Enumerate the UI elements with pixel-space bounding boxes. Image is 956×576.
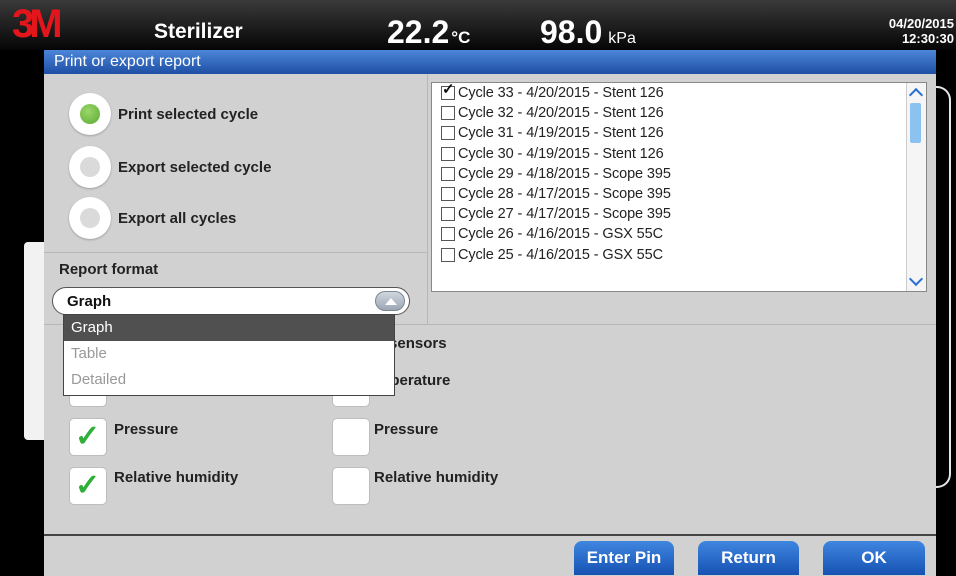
cycle-list-item[interactable]: Cycle 29 - 4/18/2015 - Scope 395 (432, 164, 926, 184)
cycle-list-item[interactable]: Cycle 27 - 4/17/2015 - Scope 395 (432, 204, 926, 224)
report-format-dropdown: Graph Table Detailed (63, 314, 395, 396)
cycle-label: Cycle 26 - 4/16/2015 - GSX 55C (458, 226, 663, 243)
print-export-dialog: Print or export report Print selected cy… (44, 50, 936, 576)
radio-button[interactable] (69, 197, 111, 239)
radio-selected-dot (80, 104, 100, 124)
radio-export-selected[interactable]: Export selected cycle (69, 146, 271, 188)
report-format-select[interactable]: Graph (52, 287, 410, 315)
radio-label: Export selected cycle (118, 158, 272, 176)
datetime: 04/20/2015 12:30:30 (889, 16, 954, 46)
cycle-label: Cycle 30 - 4/19/2015 - Stent 126 (458, 145, 664, 162)
scroll-up-icon[interactable] (908, 85, 924, 101)
dialog-title: Print or export report (44, 50, 936, 74)
cycle-list-item[interactable]: Cycle 31 - 4/19/2015 - Stent 126 (432, 123, 926, 143)
cycle-list-item[interactable]: Cycle 28 - 4/17/2015 - Scope 395 (432, 184, 926, 204)
cycle-list-item[interactable]: Cycle 25 - 4/16/2015 - GSX 55C (432, 245, 926, 265)
cycle-checkbox[interactable] (441, 247, 455, 262)
cycle-checkbox[interactable] (441, 187, 455, 202)
radio-button[interactable] (69, 146, 111, 188)
cycle-list-item[interactable]: Cycle 32 - 4/20/2015 - Stent 126 (432, 103, 926, 123)
cycle-checkbox[interactable] (441, 207, 455, 222)
pressure-unit: kPa (608, 30, 636, 47)
enter-pin-button[interactable]: Enter Pin (574, 541, 674, 575)
cycle-label: Cycle 32 - 4/20/2015 - Stent 126 (458, 105, 664, 122)
brand-logo: 3M (12, 2, 63, 46)
cycle-checkbox[interactable] (441, 106, 455, 121)
cycle-list-item[interactable]: Cycle 30 - 4/19/2015 - Stent 126 (432, 144, 926, 164)
radio-export-all[interactable]: Export all cycles (69, 197, 236, 239)
cycle-checkbox[interactable] (441, 126, 455, 141)
pressure-value: 98.0 (540, 14, 603, 50)
temperature-value: 22.2 (387, 14, 450, 50)
cycle-checkbox[interactable] (441, 227, 455, 242)
checkmark-icon: ✓ (442, 82, 455, 99)
scroll-down-icon[interactable] (908, 273, 924, 289)
ok-button[interactable]: OK (823, 541, 925, 575)
dropdown-option-detailed[interactable]: Detailed (64, 367, 394, 393)
cycle-list-item[interactable]: ✓ Cycle 33 - 4/20/2015 - Stent 126 (432, 83, 926, 103)
cycle-checkbox[interactable] (441, 146, 455, 161)
divider (44, 252, 427, 253)
header-bar: 3M Sterilizer 22.2 °C 98.0 kPa 04/20/2015 … (0, 0, 956, 50)
right-pressure-label: Pressure (374, 421, 439, 438)
footer-divider (44, 534, 936, 536)
right-humidity-label: Relative humidity (374, 469, 499, 486)
report-format-label: Report format (59, 261, 159, 278)
cycle-checkbox[interactable]: ✓ (441, 83, 455, 101)
time-text: 12:30:30 (901, 31, 954, 46)
return-button[interactable]: Return (698, 541, 799, 575)
radio-dot (80, 157, 100, 177)
date-text: 04/20/2015 (888, 16, 954, 31)
scroll-thumb[interactable] (910, 103, 921, 143)
left-humidity-checkbox[interactable]: ✓ (70, 468, 106, 504)
cycle-label: Cycle 33 - 4/20/2015 - Stent 126 (458, 85, 664, 102)
cycle-label: Cycle 29 - 4/18/2015 - Scope 395 (458, 165, 671, 182)
radio-label: Export all cycles (118, 209, 237, 227)
temperature-unit: °C (451, 28, 471, 47)
dropdown-option-table[interactable]: Table (64, 341, 394, 367)
cycle-list-item[interactable]: Cycle 26 - 4/16/2015 - GSX 55C (432, 224, 926, 244)
list-scrollbar[interactable] (906, 83, 926, 291)
dropdown-option-graph[interactable]: Graph (64, 315, 394, 341)
cycle-checkbox[interactable] (441, 166, 455, 181)
checkmark-icon: ✓ (75, 420, 101, 453)
right-humidity-checkbox[interactable] (333, 468, 369, 504)
cycle-label: Cycle 25 - 4/16/2015 - GSX 55C (458, 246, 663, 263)
divider (427, 74, 428, 324)
pressure-readout: 98.0 kPa (540, 14, 636, 51)
report-format-value: Graph (67, 293, 112, 310)
radio-dot (80, 208, 100, 228)
checkmark-icon: ✓ (75, 469, 101, 502)
cycle-list[interactable]: ✓ Cycle 33 - 4/20/2015 - Stent 126 Cycle 3… (431, 82, 927, 292)
chevron-up-icon[interactable] (375, 291, 405, 311)
cycle-label: Cycle 28 - 4/17/2015 - Scope 395 (458, 186, 671, 203)
cycle-label: Cycle 27 - 4/17/2015 - Scope 395 (458, 206, 671, 223)
left-pressure-checkbox[interactable]: ✓ (70, 419, 106, 455)
right-pressure-checkbox[interactable] (333, 419, 369, 455)
app-title: Sterilizer (154, 20, 243, 43)
radio-label: Print selected cycle (118, 105, 259, 123)
cycle-items: ✓ Cycle 33 - 4/20/2015 - Stent 126 Cycle 3… (432, 83, 926, 265)
radio-button[interactable] (69, 93, 111, 135)
left-pressure-label: Pressure (114, 421, 179, 438)
temperature-readout: 22.2 °C (387, 14, 470, 51)
radio-print-selected[interactable]: Print selected cycle (69, 93, 258, 135)
left-humidity-label: Relative humidity (114, 469, 239, 486)
cycle-label: Cycle 31 - 4/19/2015 - Stent 126 (458, 125, 664, 142)
